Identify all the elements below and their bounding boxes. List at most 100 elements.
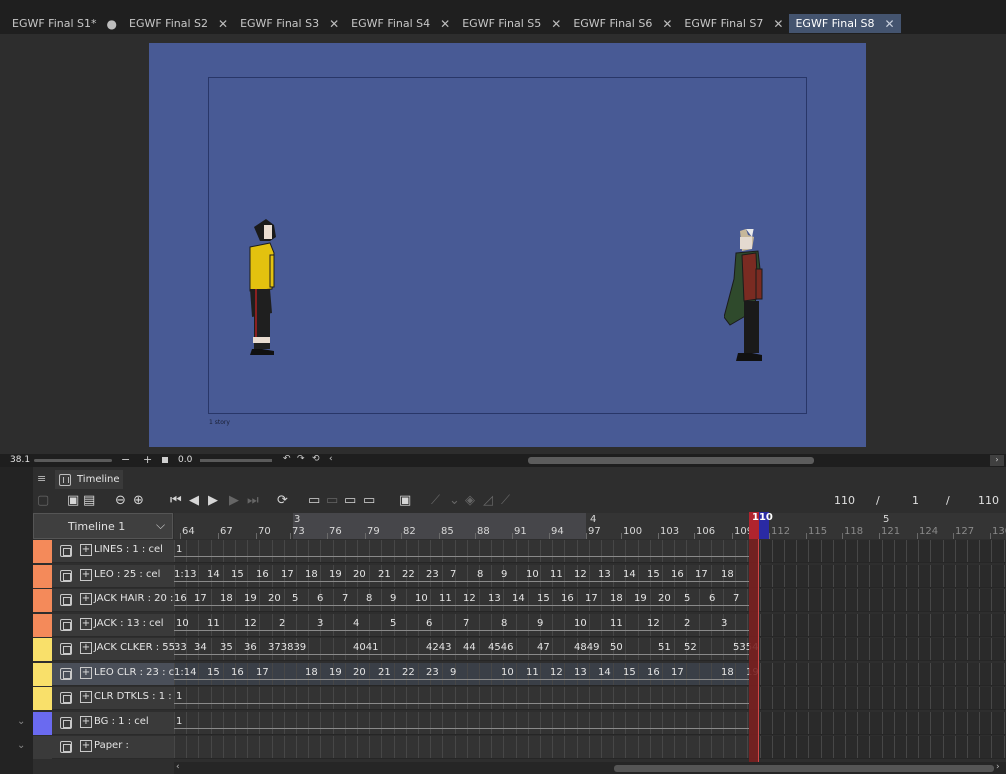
cel-number[interactable]: 9 bbox=[390, 593, 396, 604]
cel-number[interactable]: 14 bbox=[598, 667, 611, 678]
layer-row[interactable]: ◉+CLR DTKLS : 1 : cel1 bbox=[0, 687, 1006, 710]
tab-document-6[interactable]: EGWF Final S6 ✕ bbox=[567, 14, 678, 33]
cel-number[interactable]: 10 bbox=[501, 667, 514, 678]
cel-number[interactable]: 44 bbox=[463, 642, 476, 653]
cel-number[interactable]: 16 bbox=[671, 569, 684, 580]
cel-number[interactable]: 20 bbox=[268, 593, 281, 604]
layer-track[interactable]: 1 bbox=[174, 540, 1006, 563]
zoom-value[interactable]: 38.1 bbox=[10, 455, 30, 465]
layer-header[interactable]: + LEO : 25 : cel bbox=[52, 564, 174, 588]
unsaved-dot-icon[interactable]: ● bbox=[107, 17, 117, 31]
canvas-horizontal-scrollbar[interactable] bbox=[528, 457, 814, 464]
cel-number[interactable]: 8 bbox=[477, 569, 483, 580]
add-cel-icon[interactable]: + bbox=[80, 666, 92, 679]
next-frame-icon[interactable]: ▶ bbox=[229, 493, 239, 509]
layer-header[interactable]: + LEO CLR : 23 : cel bbox=[52, 662, 183, 686]
close-icon[interactable]: ✕ bbox=[440, 17, 450, 31]
layer-track[interactable]: 1:14 15 16 17 18 19 20 21 22 23 9 10 11 12 13 14 15 16 17 1… bbox=[174, 662, 1006, 686]
close-icon[interactable]: ✕ bbox=[551, 17, 561, 31]
cel-number[interactable]: 12 bbox=[550, 667, 563, 678]
frame-ruler[interactable]: 3 4 5 64 67 70 73 76 79 82 85 88 91 94 97 100 103 106 109 1… bbox=[174, 513, 1006, 539]
add-cel-icon[interactable]: + bbox=[80, 715, 92, 728]
tab-document-5[interactable]: EGWF Final S5 ✕ bbox=[456, 14, 567, 33]
cel-number[interactable]: 19 bbox=[244, 593, 257, 604]
loop-icon[interactable]: ⟳ bbox=[277, 493, 288, 509]
zoom-out-timeline-icon[interactable]: ⊖ bbox=[115, 493, 126, 509]
cel-number[interactable]: 1 bbox=[176, 716, 182, 727]
layer-track[interactable]: 33 34 35 36 373839 4041 4243 44 4546 47 4849 50 51 52… bbox=[174, 638, 1006, 661]
cel-number[interactable]: 19 bbox=[329, 569, 342, 580]
zoom-out-button[interactable]: − bbox=[121, 453, 130, 466]
cel-number[interactable]: 12 bbox=[463, 593, 476, 604]
cel-number[interactable]: 20 bbox=[658, 593, 671, 604]
cel-number[interactable]: 22 bbox=[402, 667, 415, 678]
cel-number[interactable]: 52 bbox=[684, 642, 697, 653]
cel-number[interactable]: 11 bbox=[526, 667, 539, 678]
cel-number[interactable]: 1 bbox=[176, 544, 182, 555]
rotate-left-icon[interactable]: ↶ bbox=[283, 454, 291, 464]
layer-row[interactable]: ◉+JACK HAIR : 20 : cel161718192056789101… bbox=[0, 589, 1006, 612]
cel-number[interactable]: 2 bbox=[279, 618, 285, 629]
cel-number[interactable]: 13 bbox=[574, 667, 587, 678]
cel-number[interactable]: 21 bbox=[378, 569, 391, 580]
layer-track[interactable]: 1:13 14 15 16 17 18 19 20 21 22 23 7 8 9 10 11 12 13 14 15 1… bbox=[174, 564, 1006, 588]
close-icon[interactable]: ✕ bbox=[884, 17, 894, 31]
cel-number[interactable]: 11 bbox=[550, 569, 563, 580]
cel-number[interactable]: 33 bbox=[174, 642, 187, 653]
cel-number[interactable]: 6 bbox=[709, 593, 715, 604]
cel-number[interactable]: 10 bbox=[415, 593, 428, 604]
new-timeline-icon[interactable]: ▣ bbox=[67, 493, 79, 509]
add-cel-icon[interactable]: + bbox=[80, 691, 92, 703]
cel-number[interactable]: 6 bbox=[317, 593, 323, 604]
cel-number[interactable]: 11 bbox=[610, 618, 623, 629]
cel-number[interactable]: 35 bbox=[220, 642, 233, 653]
layer-header[interactable]: + JACK CLKER : 55 : cel bbox=[52, 638, 199, 661]
tab-document-7[interactable]: EGWF Final S7 ✕ bbox=[678, 14, 789, 33]
add-cel-icon[interactable]: + bbox=[80, 593, 92, 605]
last-frame-icon[interactable]: ⏭ bbox=[247, 493, 259, 509]
scroll-right-button[interactable]: › bbox=[990, 455, 1004, 466]
cel-number[interactable]: 20 bbox=[353, 569, 366, 580]
cel-number[interactable]: 18 bbox=[610, 593, 623, 604]
layer-header[interactable]: + JACK : 13 : cel bbox=[52, 613, 174, 637]
expand-chevron-icon[interactable]: ⌄ bbox=[17, 716, 25, 727]
cel-number[interactable]: 2 bbox=[684, 618, 690, 629]
cel-number[interactable]: 12 bbox=[574, 569, 587, 580]
camera-icon[interactable]: ◿ bbox=[483, 493, 493, 509]
close-icon[interactable]: ✕ bbox=[218, 17, 228, 31]
cel-number[interactable]: 11 bbox=[439, 593, 452, 604]
cel-number[interactable]: 47 bbox=[537, 642, 550, 653]
cel-number[interactable]: 10 bbox=[526, 569, 539, 580]
layer-track[interactable]: 16 17 18 19 20 5 6 7 8 9 10 11 12 13 14 15 16 17 18 19 20 5 6 7 bbox=[174, 589, 1006, 612]
cel-number[interactable]: 16 bbox=[231, 667, 244, 678]
cel-number[interactable]: 17 bbox=[695, 569, 708, 580]
cel-number[interactable]: 17 bbox=[281, 569, 294, 580]
insert-frame-icon[interactable]: ▭ bbox=[344, 493, 356, 509]
layer-row[interactable]: ◉+LEO : 25 : cel1:1314151617181920212223… bbox=[0, 564, 1006, 588]
play-icon[interactable]: ▶ bbox=[208, 493, 218, 509]
cel-number[interactable]: 5 bbox=[292, 593, 298, 604]
canvas-paper[interactable]: 1 story bbox=[149, 43, 866, 447]
cel-number[interactable]: 20 bbox=[353, 667, 366, 678]
cel-number[interactable]: 7 bbox=[450, 569, 456, 580]
cel-number[interactable]: 5 bbox=[390, 618, 396, 629]
zoom-fit-icon[interactable] bbox=[162, 457, 168, 463]
cel-number[interactable]: 7 bbox=[733, 593, 739, 604]
add-cel-icon[interactable]: + bbox=[80, 740, 92, 752]
cel-number[interactable]: 11 bbox=[207, 618, 220, 629]
cel-number[interactable]: 21 bbox=[378, 667, 391, 678]
new-animation-cel-icon[interactable]: ▭ bbox=[308, 493, 320, 509]
layer-header[interactable]: + LINES : 1 : cel bbox=[52, 540, 174, 563]
layer-row[interactable]: ⌄◉+BG : 1 : cel1 bbox=[0, 711, 1006, 735]
cel-number[interactable]: 8 bbox=[366, 593, 372, 604]
close-icon[interactable]: ✕ bbox=[662, 17, 672, 31]
zoom-in-timeline-icon[interactable]: ⊕ bbox=[133, 493, 144, 509]
cel-number[interactable]: 51 bbox=[658, 642, 671, 653]
cel-number[interactable]: 15 bbox=[231, 569, 244, 580]
layer-row[interactable]: ◉+JACK CLKER : 55 : cel33 34 35 36 373839 404… bbox=[0, 638, 1006, 661]
expand-chevron-icon[interactable]: ⌄ bbox=[17, 740, 25, 751]
cel-number[interactable]: 4546 bbox=[488, 642, 513, 653]
tab-timeline[interactable]: Timeline bbox=[55, 470, 123, 489]
add-cel-icon[interactable]: + bbox=[80, 617, 92, 630]
cel-number[interactable]: 16 bbox=[256, 569, 269, 580]
